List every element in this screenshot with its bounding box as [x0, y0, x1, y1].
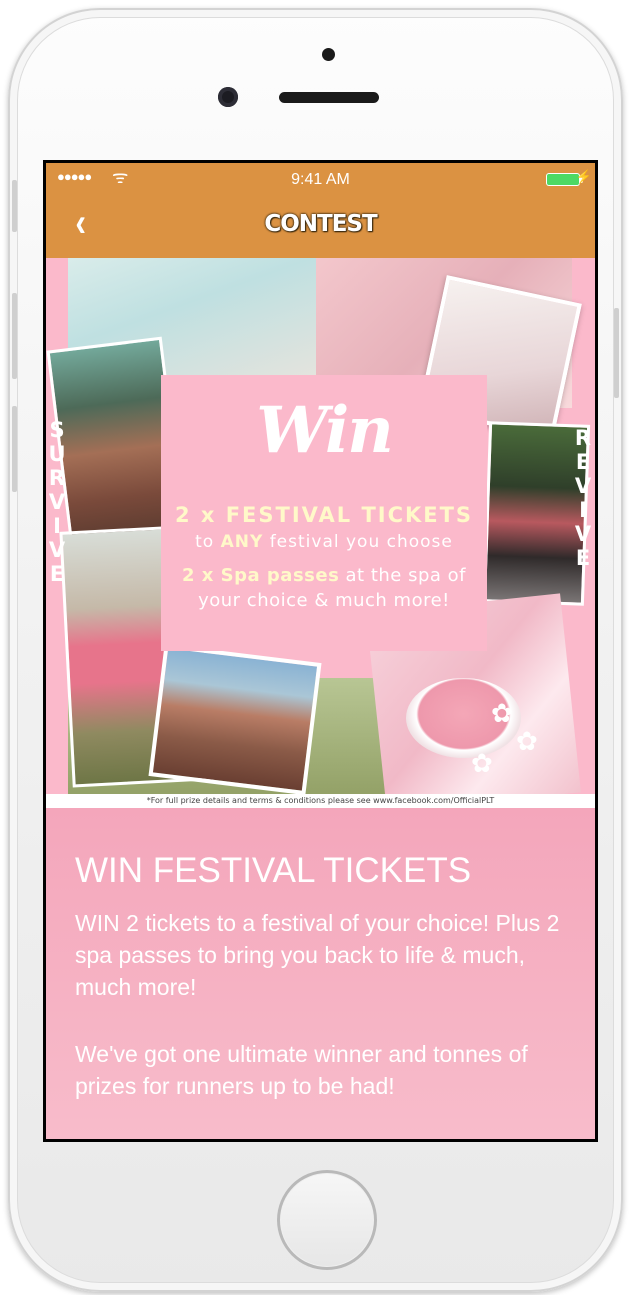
promo-banner-image[interactable]: ✿ ✿ ✿ S U R V I V E R E V I V E Win 2 x …	[46, 258, 595, 808]
survive-letter: U	[48, 442, 66, 466]
revive-vertical-text: R E V I V E	[572, 426, 594, 570]
contest-description: WIN FESTIVAL TICKETS WIN 2 tickets to a …	[46, 808, 595, 1139]
flower-icon: ✿	[491, 698, 513, 728]
flower-icon: ✿	[471, 748, 493, 778]
navigation-bar: ●●●●● ᯤ 9:41 AM ⚡ ‹ CONTEST	[46, 163, 595, 258]
mute-switch	[12, 180, 17, 232]
any-festival-pre: to	[195, 532, 221, 552]
survive-letter: V	[48, 538, 66, 562]
power-button	[614, 308, 619, 398]
any-festival-post: festival you choose	[263, 532, 453, 552]
volume-up-button	[12, 293, 17, 379]
charging-bolt-icon: ⚡	[575, 169, 592, 184]
revive-letter: V	[574, 474, 592, 498]
festival-stage-crowd-photo	[148, 643, 322, 796]
contest-heading: WIN FESTIVAL TICKETS	[75, 851, 472, 890]
survive-letter: V	[48, 490, 66, 514]
any-festival-line: to ANY festival you choose	[161, 532, 487, 552]
revive-letter: E	[575, 450, 591, 474]
revive-letter: E	[575, 546, 591, 570]
front-camera	[218, 87, 238, 107]
status-time: 9:41 AM	[291, 171, 350, 188]
screen: ●●●●● ᯤ 9:41 AM ⚡ ‹ CONTEST ✿ ✿ ✿ S U R …	[43, 160, 598, 1142]
spa-passes-post: at the spa of	[339, 565, 466, 586]
earpiece-speaker	[279, 92, 379, 103]
proximity-sensor	[322, 48, 335, 61]
survive-letter: R	[48, 466, 66, 490]
spa-passes-highlight: 2 x Spa passes	[181, 565, 340, 586]
contest-paragraph-2: We've got one ultimate winner and tonnes…	[75, 1041, 528, 1099]
win-offer-card: Win 2 x FESTIVAL TICKETS to ANY festival…	[161, 375, 487, 651]
festival-tickets-line: 2 x FESTIVAL TICKETS	[174, 503, 474, 527]
volume-down-button	[12, 406, 17, 492]
survive-letter: I	[53, 514, 61, 538]
contest-paragraph-1: WIN 2 tickets to a festival of your choi…	[75, 910, 560, 1000]
much-more-line: your choice & much more!	[198, 590, 450, 611]
terms-footnote: *For full prize details and terms & cond…	[46, 794, 595, 808]
survive-vertical-text: S U R V I V E	[46, 418, 68, 586]
flower-icon: ✿	[516, 726, 538, 756]
revive-letter: V	[574, 522, 592, 546]
any-highlight: ANY	[220, 532, 264, 552]
win-heading: Win	[256, 393, 394, 468]
revive-letter: R	[574, 426, 592, 450]
revive-letter: I	[579, 498, 587, 522]
survive-letter: E	[49, 562, 65, 586]
status-bar: ●●●●● ᯤ 9:41 AM ⚡	[46, 163, 595, 193]
home-button[interactable]	[277, 1170, 377, 1270]
page-title: CONTEST	[264, 211, 377, 237]
survive-letter: S	[49, 418, 65, 442]
spa-passes-line: 2 x Spa passes at the spa of	[161, 565, 487, 586]
